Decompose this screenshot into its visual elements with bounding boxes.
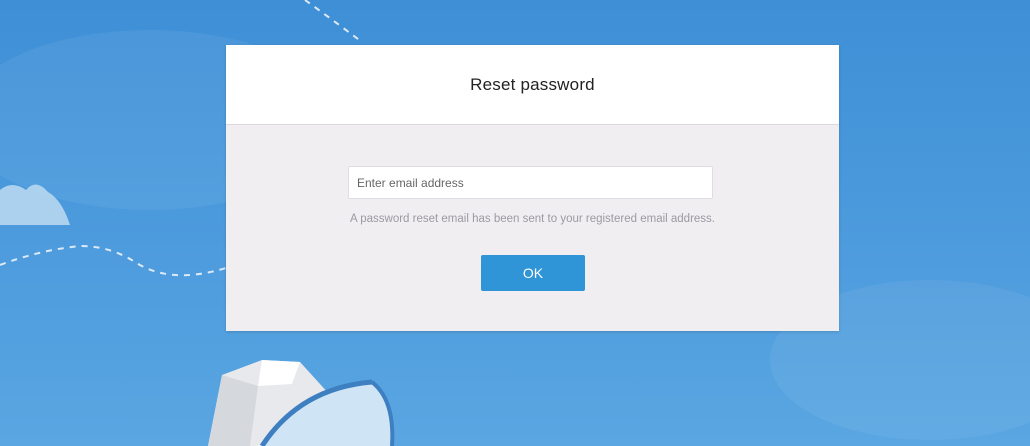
email-field[interactable] <box>348 166 713 199</box>
dashed-flight-path <box>0 244 227 277</box>
dashed-flight-path <box>304 0 363 43</box>
ok-button[interactable]: OK <box>481 255 585 291</box>
paper-boat-icon <box>208 360 395 446</box>
reset-password-dialog: Reset password A password reset email ha… <box>226 45 839 331</box>
dialog-header: Reset password <box>226 45 839 125</box>
dialog-title: Reset password <box>470 74 595 94</box>
reset-hint-text: A password reset email has been sent to … <box>350 213 715 225</box>
page-background: Reset password A password reset email ha… <box>0 0 1030 446</box>
dialog-body: A password reset email has been sent to … <box>226 125 839 331</box>
